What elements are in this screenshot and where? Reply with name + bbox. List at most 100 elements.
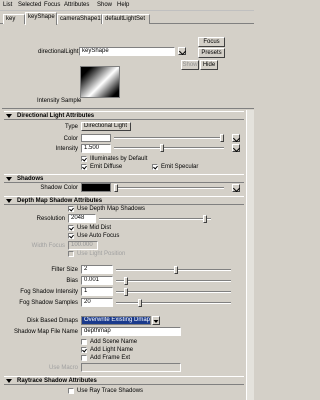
light-map-button[interactable] <box>178 47 186 55</box>
emit-specular-checkbox[interactable] <box>152 164 158 170</box>
illuminates-by-default-label: Illuminates by Default <box>90 156 148 162</box>
shadow-color-slider[interactable] <box>114 187 224 189</box>
fog-shadow-intensity-slider-thumb[interactable] <box>124 288 128 296</box>
hide-button[interactable]: Hide <box>200 60 218 70</box>
shadow-map-file-name-label: Shadow Map File Name <box>13 329 78 335</box>
use-light-position-label: Use Light Position <box>77 251 126 257</box>
add-light-name-checkbox[interactable] <box>81 347 87 353</box>
bias-label: Bias <box>66 278 78 284</box>
emit-specular-label: Emit Specular <box>161 164 199 170</box>
use-depth-map-label: Use Depth Map Shadows <box>77 206 146 212</box>
add-scene-name-checkbox[interactable] <box>81 339 87 345</box>
shadow-color-label: Shadow Color <box>40 185 78 191</box>
shadow-map-file-name-field[interactable]: depthmap <box>81 327 181 336</box>
use-mid-dist-label: Use Mid Dist <box>77 225 112 231</box>
add-scene-name-label: Add Scene Name <box>90 339 138 345</box>
emit-diffuse-checkbox[interactable] <box>81 164 87 170</box>
section-directional-light[interactable]: Directional Light Attributes <box>4 111 244 120</box>
expand-icon <box>6 177 12 181</box>
section-title: Shadows <box>17 176 44 182</box>
tab-keyshape[interactable]: keyShape <box>25 12 57 25</box>
menu-bar: List Selected Focus Attributes Show Help <box>0 0 254 11</box>
fog-shadow-intensity-label: Fog Shadow Intensity <box>20 289 78 295</box>
add-frame-ext-label: Add Frame Ext <box>90 355 131 361</box>
bias-slider[interactable] <box>116 280 231 282</box>
shadow-color-swatch[interactable] <box>81 183 111 192</box>
emit-diffuse-label: Emit Diffuse <box>90 164 123 170</box>
use-light-position-checkbox[interactable] <box>68 251 74 257</box>
type-dropdown[interactable]: Directional Light <box>81 122 131 131</box>
width-focus-label: Width Focus <box>31 243 65 249</box>
menu-attributes[interactable]: Attributes <box>64 2 89 8</box>
color-slider[interactable] <box>114 137 224 139</box>
intensity-field[interactable]: 1.500 <box>81 144 111 153</box>
type-label: Type <box>64 124 78 130</box>
bias-slider-thumb[interactable] <box>124 277 128 285</box>
color-swatch[interactable] <box>81 134 111 142</box>
focus-button[interactable]: Focus <box>198 37 225 47</box>
expand-icon <box>6 199 12 203</box>
filter-size-label: Filter Size <box>51 267 78 273</box>
light-name-label: directionalLight: <box>38 49 81 55</box>
filter-size-slider-thumb[interactable] <box>174 266 178 274</box>
vertical-scrollbar[interactable] <box>246 110 254 400</box>
section-shadows[interactable]: Shadows <box>4 174 244 183</box>
intensity-label: Intensity <box>55 146 78 152</box>
fog-shadow-samples-field[interactable]: 20 <box>81 298 113 307</box>
menu-selected[interactable]: Selected <box>18 2 41 8</box>
resolution-slider[interactable] <box>99 218 211 220</box>
resolution-field[interactable]: 2048 <box>68 214 96 223</box>
fog-shadow-samples-slider-thumb[interactable] <box>138 299 142 307</box>
intensity-slider-thumb[interactable] <box>160 144 164 152</box>
tab-strip: key keyShape cameraShape1 defaultLightSe… <box>0 12 254 25</box>
color-slider-thumb[interactable] <box>220 134 224 142</box>
resolution-label: Resolution <box>36 216 65 222</box>
menu-list[interactable]: List <box>3 2 12 8</box>
menu-focus[interactable]: Focus <box>44 2 60 8</box>
shadow-color-slider-thumb[interactable] <box>114 184 118 192</box>
use-auto-focus-checkbox[interactable] <box>68 233 74 239</box>
resolution-slider-thumb[interactable] <box>203 215 207 223</box>
divider <box>2 108 254 109</box>
bias-field[interactable]: 0.001 <box>81 276 113 285</box>
color-label: Color <box>63 136 78 142</box>
tab-defaultlightset[interactable]: defaultLightSet <box>102 14 150 24</box>
shadow-color-map-button[interactable] <box>232 184 240 192</box>
disk-based-dmaps-dropdown[interactable]: Overwrite Existing Dmap(s) <box>81 316 151 325</box>
fog-shadow-samples-label: Fog Shadow Samples <box>19 300 78 306</box>
use-auto-focus-label: Use Auto Focus <box>77 233 120 239</box>
menu-help[interactable]: Help <box>117 2 129 8</box>
section-raytrace-shadow[interactable]: Raytrace Shadow Attributes <box>4 376 244 385</box>
expand-icon <box>6 114 12 118</box>
menu-show[interactable]: Show <box>97 2 112 8</box>
filter-size-field[interactable]: 2 <box>81 265 113 274</box>
use-mid-dist-checkbox[interactable] <box>68 225 74 231</box>
section-title: Depth Map Shadow Attributes <box>17 198 103 204</box>
fog-shadow-intensity-field[interactable]: 1 <box>81 287 113 296</box>
intensity-map-button[interactable] <box>232 144 240 152</box>
expand-icon <box>6 379 12 383</box>
show-button[interactable]: Show <box>181 60 199 70</box>
intensity-sample-swatch <box>80 66 120 98</box>
tab-key[interactable]: key <box>3 14 25 24</box>
use-ray-trace-shadows-label: Use Ray Trace Shadows <box>77 388 144 394</box>
disk-based-dmaps-label: Disk Based Dmaps <box>26 318 78 324</box>
use-macro-field[interactable] <box>81 363 181 372</box>
tab-camerashape1[interactable]: cameraShape1 <box>57 14 102 24</box>
fog-shadow-samples-slider[interactable] <box>116 302 231 304</box>
color-map-button[interactable] <box>232 134 240 142</box>
illuminates-by-default-checkbox[interactable] <box>81 156 87 162</box>
fog-shadow-intensity-slider[interactable] <box>116 291 231 293</box>
use-depth-map-checkbox[interactable] <box>68 206 74 212</box>
dropdown-arrow-icon[interactable] <box>152 316 160 325</box>
presets-button[interactable]: Presets <box>198 48 225 58</box>
section-title: Raytrace Shadow Attributes <box>17 378 97 384</box>
section-depth-map-shadow[interactable]: Depth Map Shadow Attributes <box>4 196 244 205</box>
intensity-sample-label: Intensity Sample <box>37 98 82 104</box>
light-name-field[interactable]: keyShape <box>79 47 175 56</box>
intensity-slider[interactable] <box>114 147 224 149</box>
width-focus-field[interactable]: 100.000 <box>68 241 98 250</box>
add-frame-ext-checkbox[interactable] <box>81 355 87 361</box>
use-ray-trace-shadows-checkbox[interactable] <box>68 388 74 394</box>
use-macro-label: Use Macro <box>48 365 78 371</box>
